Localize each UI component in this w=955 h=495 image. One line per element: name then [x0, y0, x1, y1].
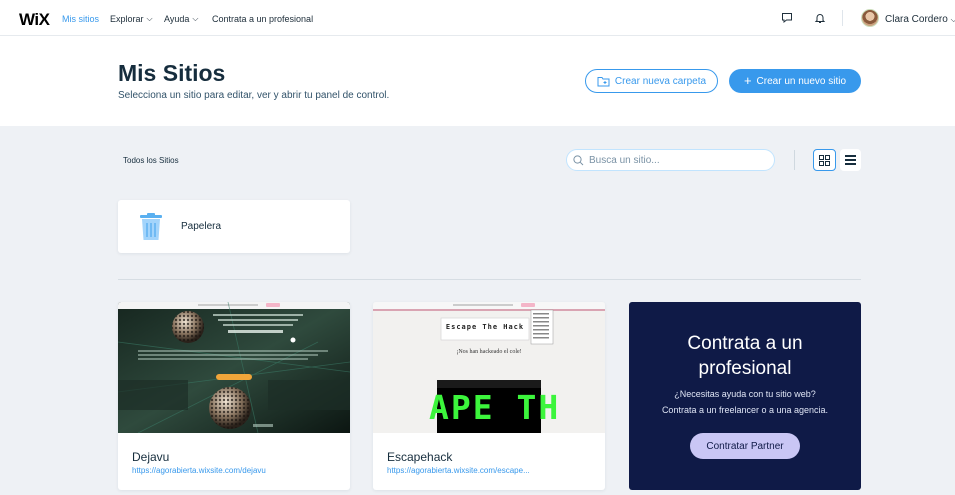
search-icon [573, 154, 584, 165]
user-name: Clara Cordero [885, 14, 948, 25]
nav-explore[interactable]: Explorar ⌵ [110, 14, 153, 24]
page-title: Mis Sitios [118, 60, 226, 86]
promo-desc-line1: ¿Necesitas ayuda con tu sitio web? [674, 389, 816, 399]
thumb-heading: Escape The Hack [445, 323, 525, 331]
site-name: Dejavu [132, 450, 170, 464]
hire-partner-promo: Contrata a un profesional ¿Necesitas ayu… [629, 302, 861, 490]
create-site-label: Crear un nuevo sitio [756, 75, 847, 87]
search-box[interactable] [566, 149, 775, 171]
thumb-glitch-text: APE TH [429, 388, 561, 427]
promo-desc-line2: Contrata a un freelancer o a una agencia… [661, 405, 829, 415]
create-folder-button[interactable]: Crear nueva carpeta [585, 69, 718, 93]
site-url[interactable]: https://agorabierta.wixsite.com/dejavu [132, 466, 337, 475]
search-input[interactable] [589, 154, 759, 166]
top-nav: WiX Mis sitios Explorar ⌵ Ayuda ⌵ Contra… [0, 0, 955, 36]
promo-title-line2: profesional [698, 358, 792, 379]
grid-view-button[interactable] [813, 149, 836, 171]
nav-my-sites-label: Mis sitios [62, 14, 100, 24]
chevron-down-icon: ⌵ [950, 15, 955, 24]
page-subtitle: Selecciona un sitio para editar, ver y a… [118, 90, 390, 101]
promo-title-line1: Contrata a un [687, 333, 803, 354]
promo-description: ¿Necesitas ayuda con tu sitio web? Contr… [629, 386, 861, 418]
thumb-video: APE TH [429, 380, 558, 433]
bell-icon[interactable] [813, 11, 827, 25]
hire-partner-button[interactable]: Contratar Partner [690, 433, 800, 459]
site-url[interactable]: https://agorabierta.wixsite.com/escape..… [387, 466, 592, 475]
nav-explore-label: Explorar [110, 14, 144, 24]
nav-divider [842, 10, 843, 26]
list-view-button[interactable] [840, 149, 861, 171]
all-sites-label[interactable]: Todos los Sitios [123, 156, 179, 165]
chevron-down-icon: ⌵ [192, 14, 199, 23]
site-card-dejavu[interactable]: Dejavu https://agorabierta.wixsite.com/d… [118, 302, 350, 490]
plus-icon: + [743, 73, 752, 88]
nav-help-label: Ayuda [164, 14, 190, 24]
chevron-down-icon: ⌵ [146, 14, 153, 23]
nav-help[interactable]: Ayuda ⌵ [164, 14, 198, 24]
site-name: Escapehack [387, 450, 453, 464]
grid-icon [819, 154, 830, 166]
section-divider [118, 279, 861, 280]
user-menu[interactable]: Clara Cordero ⌵ [885, 14, 955, 25]
trash-label: Papelera [181, 221, 222, 232]
thumb-subheading: ¡Nos han hackeado el cole! [456, 349, 522, 355]
nav-hire-pro-label: Contrata a un profesional [212, 14, 314, 24]
wix-logo[interactable]: WiX [19, 10, 50, 30]
create-folder-label: Crear nueva carpeta [614, 75, 707, 87]
nav-my-sites[interactable]: Mis sitios [62, 14, 99, 24]
list-icon [845, 155, 856, 165]
toolbar-divider [794, 150, 795, 170]
chat-icon[interactable] [780, 11, 794, 25]
site-thumbnail[interactable]: Escape The Hack ¡Nos han hackeado el col… [373, 302, 605, 433]
trash-folder[interactable]: Papelera [118, 200, 350, 253]
site-card-escapehack[interactable]: Escape The Hack ¡Nos han hackeado el col… [373, 302, 605, 490]
promo-title: Contrata a un profesional [629, 331, 861, 381]
site-thumbnail[interactable] [118, 302, 350, 433]
avatar[interactable] [861, 9, 879, 27]
create-site-button[interactable]: + Crear un nuevo sitio [729, 69, 861, 93]
nav-hire-pro[interactable]: Contrata a un profesional [212, 14, 313, 24]
trash-icon [140, 213, 162, 240]
folder-add-icon [597, 76, 610, 86]
